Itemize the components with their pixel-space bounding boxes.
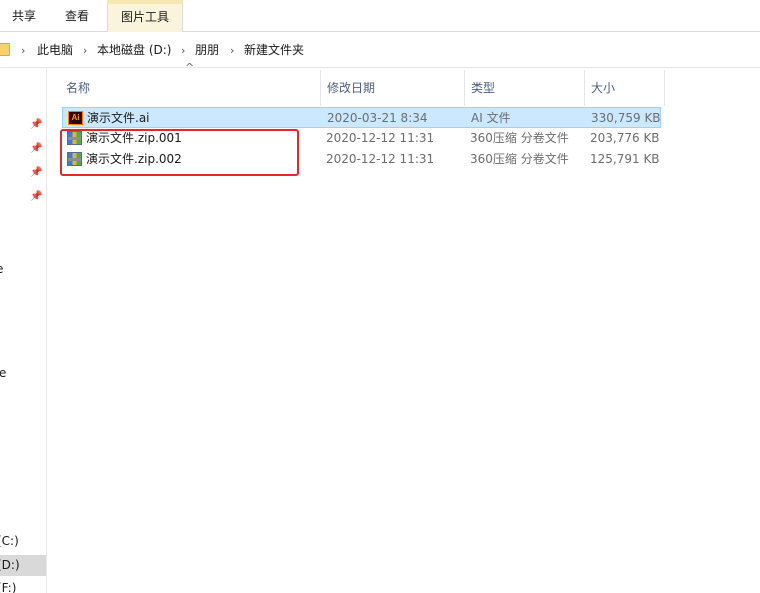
address-bar[interactable]: › 此电脑 › 本地磁盘 (D:) › 朋朋 › 新建文件夹 [0,33,760,68]
nav-drive-f[interactable]: (F:) [0,581,16,593]
chevron-right-icon[interactable]: › [230,33,234,68]
file-date: 2020-12-12 11:31 [326,152,435,166]
highlight-annotation-box [60,129,299,176]
pin-icon[interactable]: 📌 [30,191,42,202]
ribbon-tab-bar: 共享 查看 图片工具 [0,0,760,32]
tab-share[interactable]: 共享 [0,0,48,32]
chevron-right-icon[interactable]: › [21,33,25,68]
column-header-size[interactable]: 大小 [585,70,665,106]
tab-view[interactable]: 查看 [53,0,101,32]
column-header-row: ^ 名称 修改日期 类型 大小 [60,61,665,106]
nav-item-partial[interactable]: е [0,262,3,276]
pin-icon[interactable]: 📌 [30,143,42,154]
file-size: 125,791 KB [590,152,660,166]
column-header-date[interactable]: 修改日期 [321,70,465,106]
file-size: 203,776 KB [590,131,660,145]
breadcrumb-pengpeng[interactable]: 朋朋 [195,33,219,68]
navigation-pane: 📌 📌 📌 📌 е e (C:) (D:) (F:) [0,69,47,593]
file-name: 演示文件.ai [87,111,150,125]
file-type: 360压缩 分卷文件 [470,131,569,145]
file-date: 2020-03-21 8:34 [327,111,428,125]
breadcrumb-new-folder[interactable]: 新建文件夹 [244,33,304,68]
column-header-name[interactable]: 名称 [60,70,321,106]
file-size: 330,759 KB [591,111,661,125]
file-date: 2020-12-12 11:31 [326,131,435,145]
column-header-type[interactable]: 类型 [465,70,585,106]
file-row[interactable]: Ai 演示文件.ai 2020-03-21 8:34 AI 文件 330,759… [62,107,661,128]
illustrator-file-icon: Ai [68,111,83,125]
tab-picture-tools[interactable]: 图片工具 [107,0,183,32]
breadcrumb-local-disk-d[interactable]: 本地磁盘 (D:) [97,33,171,68]
chevron-right-icon[interactable]: › [83,33,87,68]
nav-drive-c[interactable]: (C:) [0,534,19,548]
nav-item-partial[interactable]: e [0,366,6,380]
pin-icon[interactable]: 📌 [30,119,42,130]
pin-icon[interactable]: 📌 [30,167,42,178]
file-type: AI 文件 [471,111,511,125]
folder-icon [0,43,10,56]
file-type: 360压缩 分卷文件 [470,152,569,166]
nav-drive-d[interactable]: (D:) [0,558,20,572]
breadcrumb-this-pc[interactable]: 此电脑 [37,33,73,68]
